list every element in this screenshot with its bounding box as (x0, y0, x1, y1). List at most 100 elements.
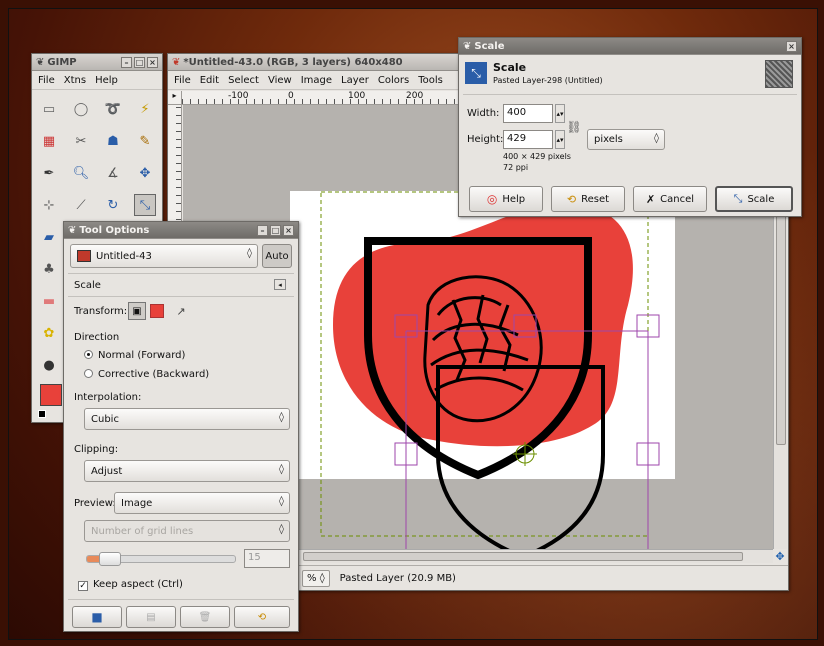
menu-edit[interactable]: Edit (200, 75, 219, 86)
layer-preview-thumbnail (765, 60, 793, 88)
cancel-icon: ✗ (645, 192, 656, 206)
foreground-select-icon[interactable]: ☗ (102, 130, 124, 152)
scale-dialog-title: Scale (474, 40, 505, 52)
reset-icon: ⟲ (257, 611, 267, 623)
rect-select-icon[interactable]: ▭ (38, 98, 60, 120)
menu-tools[interactable]: Tools (418, 75, 443, 86)
width-field[interactable]: 400 (503, 104, 553, 123)
chain-link-icon[interactable]: ⛓ (566, 114, 581, 140)
tab-menu-icon[interactable]: ◂ (274, 279, 286, 290)
menu-layer[interactable]: Layer (341, 75, 369, 86)
color-select-icon[interactable]: ▦ (38, 130, 60, 152)
scale-dialog-titlebar[interactable]: ❦ Scale × (459, 38, 801, 55)
delete-options-button[interactable]: 🗑︎ (180, 606, 230, 628)
minimize-button[interactable]: – (257, 224, 268, 236)
keep-aspect-checkbox[interactable]: ✓ Keep aspect (Ctrl) (78, 579, 183, 591)
close-button[interactable]: × (283, 224, 294, 236)
radio-normal[interactable]: Normal (Forward) (84, 350, 185, 361)
cancel-button[interactable]: ✗ Cancel (633, 186, 707, 212)
interpolation-label: Interpolation: (74, 392, 142, 403)
toolbox-menu-file[interactable]: File (38, 75, 55, 86)
clipping-select[interactable]: Adjust ◊ (84, 460, 290, 482)
menu-colors[interactable]: Colors (378, 75, 409, 86)
menu-image[interactable]: Image (301, 75, 332, 86)
height-field[interactable]: 429 (503, 130, 553, 149)
preview-select[interactable]: Image ◊ (114, 492, 290, 514)
reset-button[interactable]: ⟲ Reset (551, 186, 625, 212)
eraser-icon[interactable]: ▬ (38, 290, 60, 312)
align-icon[interactable]: ⊹ (38, 194, 60, 216)
scale-dialog-icon: ❦ (463, 40, 472, 52)
unit-select[interactable]: pixels ◊ (587, 129, 665, 150)
scale-tool-icon[interactable]: ⤡ (134, 194, 156, 216)
toolbox-menu-help[interactable]: Help (95, 75, 118, 86)
ellipse-select-icon[interactable]: ◯ (70, 98, 92, 120)
ruler-label-0: 0 (288, 91, 294, 101)
wilber-icon: ❦ (36, 56, 45, 68)
color-picker-icon[interactable]: ✒ (38, 162, 60, 184)
maximize-button[interactable]: □ (134, 56, 145, 68)
grid-count-slider[interactable] (86, 552, 236, 566)
navigate-icon[interactable]: ✥ (773, 549, 787, 563)
combo-arrow-icon: ◊ (279, 464, 284, 475)
move-icon[interactable]: ✥ (134, 162, 156, 184)
minimize-button[interactable]: – (121, 56, 132, 68)
lasso-icon[interactable]: ➰ (102, 98, 124, 120)
shear-icon[interactable]: ▰ (38, 226, 60, 248)
reset-options-button[interactable]: ⟲ (234, 606, 290, 628)
scale-button[interactable]: ⤡ Scale (715, 186, 793, 212)
save-options-button[interactable]: ■ (72, 606, 122, 628)
smudge-icon[interactable]: ● (38, 354, 60, 376)
slider-handle[interactable] (99, 552, 121, 566)
fuzzy-select-icon[interactable]: ⚡ (134, 98, 156, 120)
ruler-label-m100: -100 (228, 91, 249, 101)
tool-options-icon: ❦ (68, 224, 77, 236)
tool-options-titlebar[interactable]: ❦ Tool Options – □ × (64, 222, 298, 239)
width-label: Width: (467, 108, 500, 119)
close-button[interactable]: × (786, 40, 797, 52)
menu-file[interactable]: File (174, 75, 191, 86)
clone-icon[interactable]: ♣ (38, 258, 60, 280)
measure-icon[interactable]: ∡ (102, 162, 124, 184)
restore-icon: ▤ (146, 611, 156, 623)
radio-normal-icon (84, 350, 93, 359)
auto-button[interactable]: Auto (262, 244, 292, 268)
paths-icon[interactable]: ✎ (134, 130, 156, 152)
zoom-combo[interactable]: % ◊ (302, 569, 330, 587)
height-spin-icon[interactable]: ▴▾ (555, 130, 565, 149)
maximize-button[interactable]: □ (270, 224, 281, 236)
heal-icon[interactable]: ✿ (38, 322, 60, 344)
toolbox-title: GIMP (47, 56, 77, 68)
grid-count-field[interactable]: 15 (244, 549, 290, 568)
combo-arrow-icon: ◊ (279, 524, 284, 535)
combo-arrow-icon: ◊ (654, 133, 659, 144)
interpolation-select[interactable]: Cubic ◊ (84, 408, 290, 430)
rotate-icon[interactable]: ↻ (102, 194, 124, 216)
menu-view[interactable]: View (268, 75, 292, 86)
grid-lines-select[interactable]: Number of grid lines ◊ (84, 520, 290, 542)
help-button[interactable]: ◎ Help (469, 186, 543, 212)
size-info: 400 × 429 pixels (503, 152, 571, 161)
transform-path-icon[interactable]: ↗ (172, 302, 190, 320)
toolbox-titlebar[interactable]: ❦ GIMP – □ × (32, 54, 162, 71)
menu-select[interactable]: Select (228, 75, 259, 86)
transform-layer-icon[interactable]: ▣ (128, 302, 146, 320)
trash-icon: 🗑︎ (198, 611, 212, 623)
scissors-icon[interactable]: ✂ (70, 130, 92, 152)
desktop: ❦ *Untitled-43.0 (RGB, 3 layers) 640x480… (8, 8, 818, 640)
crop-icon[interactable]: ⟋ (70, 194, 92, 216)
resolution-info: 72 ppi (503, 163, 529, 172)
combo-arrow-icon: ◊ (279, 412, 284, 423)
transform-selection-icon[interactable] (150, 304, 164, 318)
close-button[interactable]: × (147, 56, 158, 68)
radio-corrective[interactable]: Corrective (Backward) (84, 369, 209, 380)
zoom-icon[interactable]: 🔍︎ (70, 162, 92, 184)
default-colors-icon[interactable] (38, 410, 46, 418)
toolbox-menu-xtns[interactable]: Xtns (64, 75, 86, 86)
status-text: Pasted Layer (20.9 MB) (339, 572, 456, 584)
restore-options-button[interactable]: ▤ (126, 606, 176, 628)
width-spin-icon[interactable]: ▴▾ (555, 104, 565, 123)
image-select[interactable]: Untitled-43 ◊ (70, 244, 258, 268)
scale-subtitle: Pasted Layer-298 (Untitled) (493, 76, 603, 85)
foreground-color-swatch[interactable] (40, 384, 62, 406)
